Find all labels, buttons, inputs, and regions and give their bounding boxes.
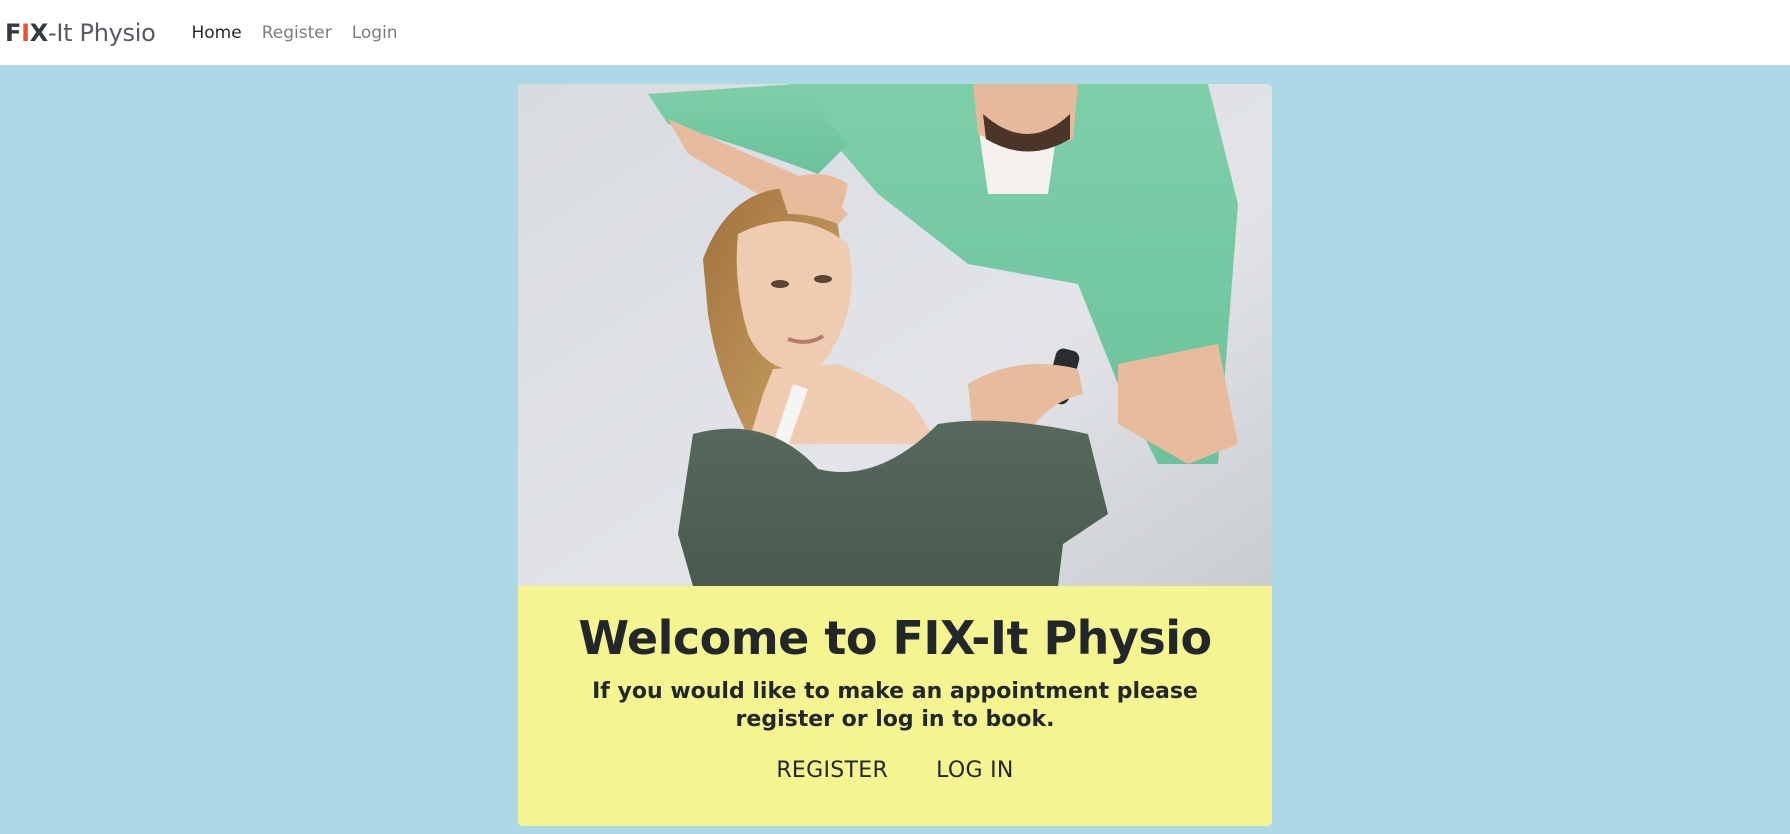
hero-image [518, 84, 1272, 586]
welcome-card: Welcome to FIX-It Physio If you would li… [518, 84, 1272, 826]
brand-name-rest: -It Physio [47, 18, 156, 47]
brand-letter-f: F [5, 18, 22, 47]
nav-links: Home Register Login [182, 23, 408, 43]
page-subtitle: If you would like to make an appointment… [592, 679, 1198, 732]
nav-link-login[interactable]: Login [342, 23, 408, 43]
nav-link-home[interactable]: Home [182, 23, 252, 43]
register-button[interactable]: REGISTER [776, 758, 888, 783]
brand-letter-i: I [21, 18, 30, 47]
card-actions: REGISTER LOG IN [518, 758, 1272, 783]
brand-letter-x: X [29, 18, 49, 47]
brand-logo[interactable]: F I X -It Physio [5, 19, 156, 47]
nav-link-register[interactable]: Register [252, 23, 342, 43]
card-body: Welcome to FIX-It Physio If you would li… [518, 586, 1272, 826]
photo-physiotherapist-neck-treatment-icon [518, 84, 1272, 586]
top-navbar: F I X -It Physio Home Register Login [0, 0, 1790, 65]
login-button[interactable]: LOG IN [936, 758, 1014, 783]
page-title: Welcome to FIX-It Physio [578, 611, 1212, 665]
